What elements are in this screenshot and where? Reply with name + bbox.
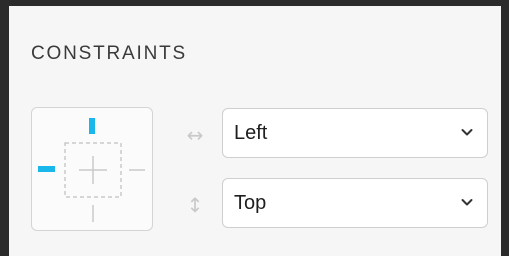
chevron-down-icon (461, 129, 473, 136)
horizontal-arrows-icon: ↔ (186, 123, 204, 147)
constraint-diagram (38, 118, 145, 222)
section-title: CONSTRAINTS (31, 43, 187, 64)
constraint-widget (31, 107, 153, 231)
constraints-panel: CONSTRAINTS ↔ Left ↕ Top (9, 6, 501, 256)
vertical-arrows-icon: ↕ (186, 193, 204, 217)
constraint-left[interactable] (38, 166, 55, 172)
horizontal-constraint-value: Left (234, 122, 268, 144)
vertical-constraint-select[interactable]: Top (222, 178, 488, 228)
constraint-top[interactable] (89, 118, 95, 134)
chevron-down-icon (461, 199, 473, 206)
horizontal-constraint-select[interactable]: Left (222, 108, 488, 158)
vertical-constraint-value: Top (234, 192, 267, 214)
